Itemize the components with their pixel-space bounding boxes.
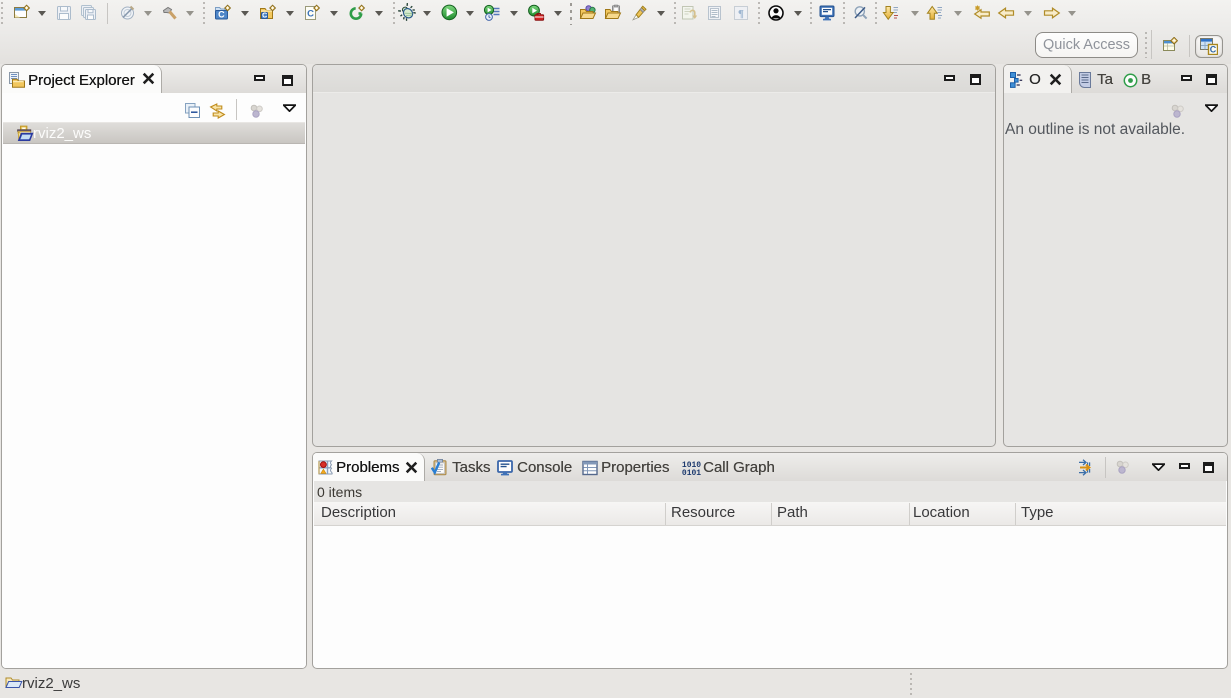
svg-text:¶: ¶ xyxy=(738,8,744,20)
svg-text:C: C xyxy=(1210,45,1217,55)
svg-text:C: C xyxy=(307,9,314,20)
svg-text:0101: 0101 xyxy=(682,469,701,476)
svg-text:C: C xyxy=(218,10,225,20)
svg-text:C: C xyxy=(262,13,267,20)
